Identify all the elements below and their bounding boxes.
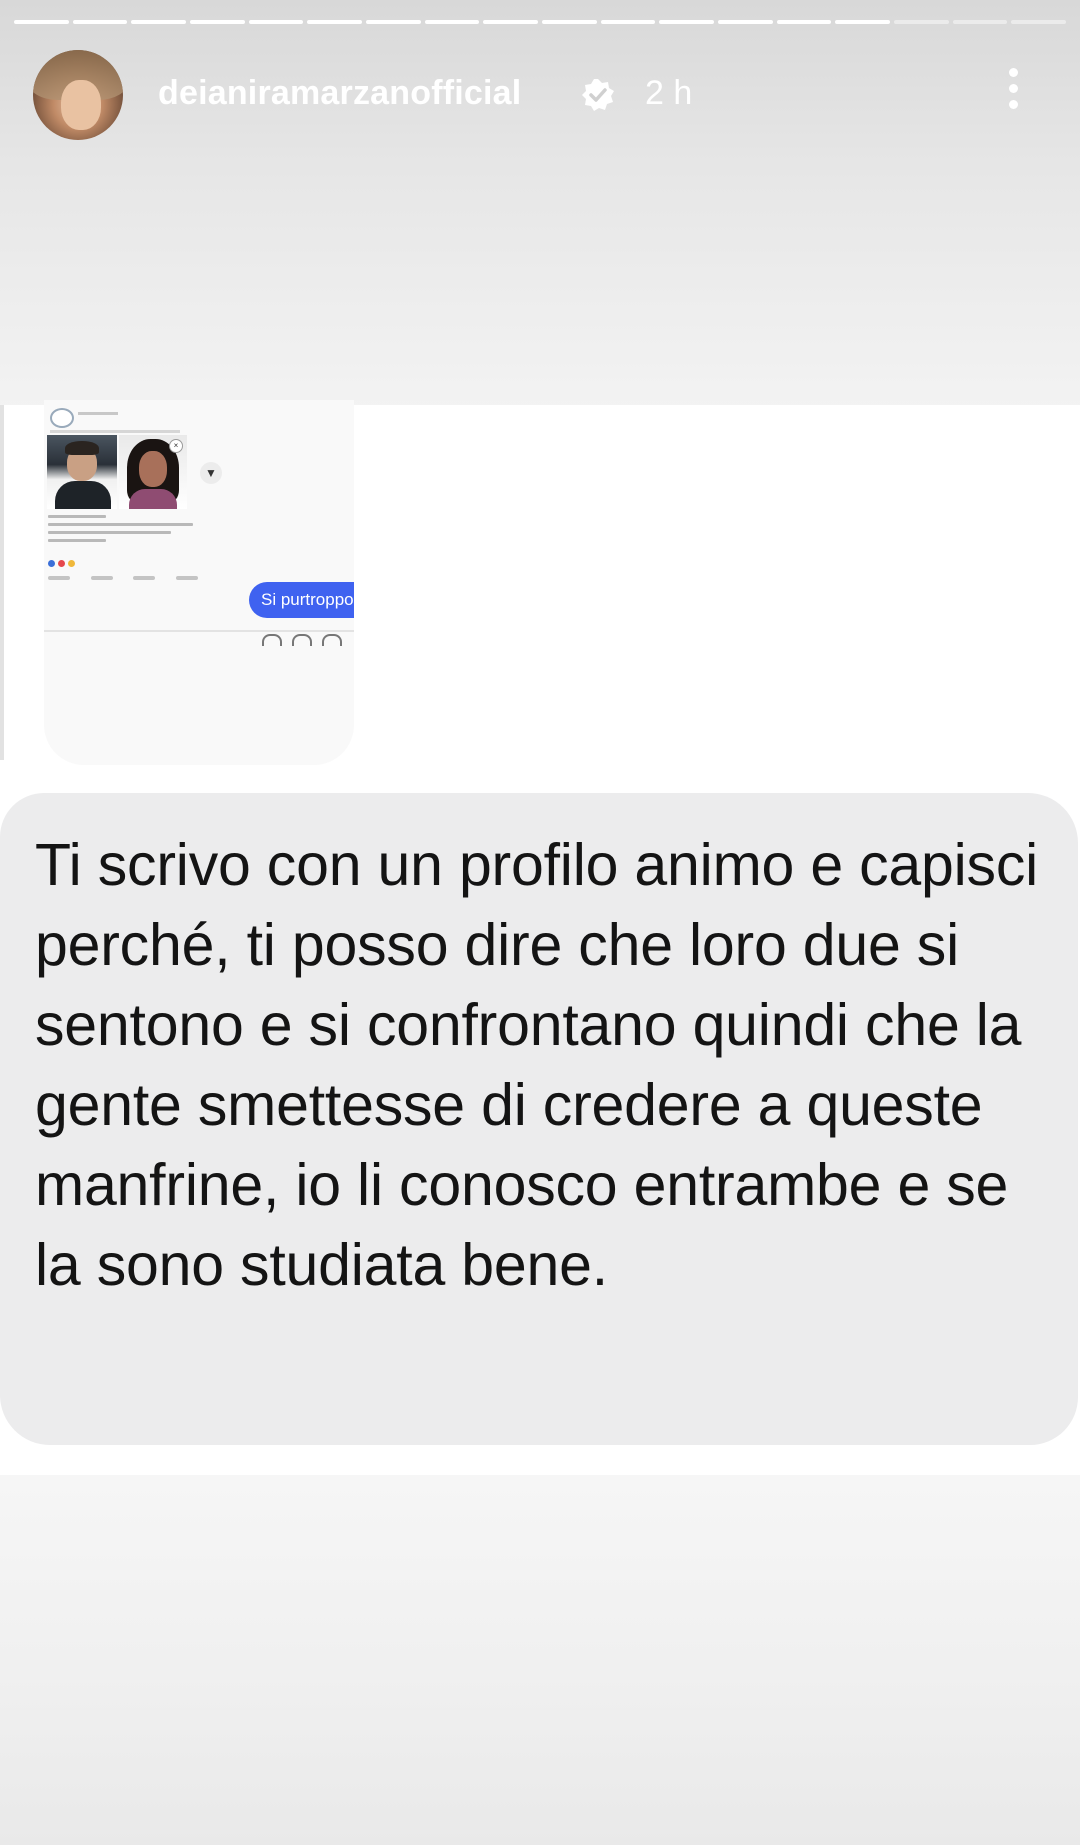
embedded-reactions	[48, 560, 75, 567]
progress-segment	[483, 20, 539, 24]
embedded-photo-man	[47, 435, 117, 509]
more-vertical-icon[interactable]	[998, 68, 1028, 118]
progress-segment	[659, 20, 715, 24]
embedded-photo-woman: ×	[119, 435, 187, 509]
embedded-post-header	[50, 408, 210, 433]
progress-segment	[1011, 20, 1067, 24]
progress-segment	[248, 20, 304, 24]
progress-segment	[542, 20, 597, 24]
progress-segment	[718, 20, 773, 24]
progress-segment	[894, 20, 949, 24]
progress-segment	[14, 20, 69, 24]
progress-segment	[776, 20, 832, 24]
progress-segment	[72, 20, 128, 24]
username-link[interactable]: deianiramarzanofficial	[158, 74, 521, 113]
progress-segment	[424, 20, 480, 24]
share-icon: ▼	[200, 462, 222, 484]
post-time: 2 h	[645, 74, 693, 112]
progress-segment	[366, 20, 421, 24]
progress-segment-current	[835, 20, 891, 24]
progress-segment	[600, 20, 656, 24]
embedded-article-text	[48, 515, 193, 547]
verified-badge-icon	[582, 79, 614, 111]
close-icon: ×	[169, 439, 183, 453]
progress-segment	[952, 20, 1008, 24]
story-bottom-gradient	[0, 1475, 1080, 1845]
sent-message-bubble: Si purtroppo	[249, 582, 354, 618]
progress-segment	[307, 20, 363, 24]
divider	[44, 630, 354, 632]
embedded-post-actions	[48, 576, 198, 580]
embedded-input-icons	[262, 634, 342, 646]
story-progress-bar	[14, 20, 1067, 25]
story-header: deianiramarzanofficial 2 h	[0, 50, 1080, 140]
message-text: Ti scrivo con un profilo animo e capisci…	[35, 832, 1039, 1298]
embedded-chat-screenshot: × ▼ Si purtroppo	[44, 400, 354, 765]
divider	[0, 405, 4, 760]
progress-segment	[190, 20, 245, 24]
progress-segment	[131, 20, 187, 24]
avatar[interactable]	[33, 50, 123, 140]
